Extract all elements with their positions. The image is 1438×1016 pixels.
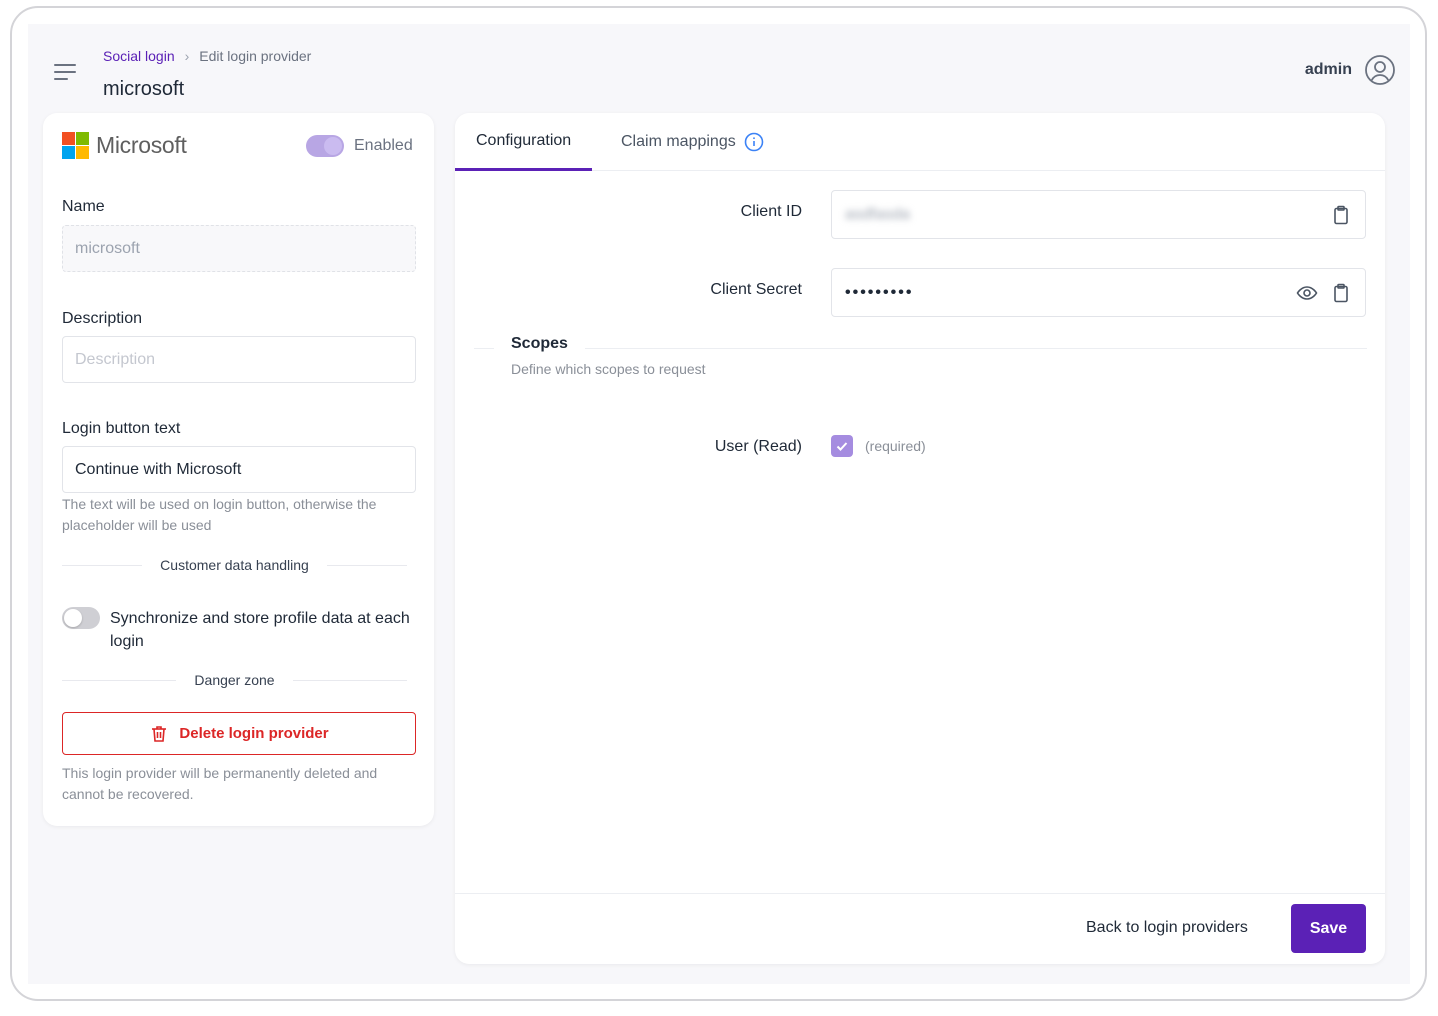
save-button[interactable]: Save <box>1291 904 1366 953</box>
clipboard-icon[interactable] <box>1330 282 1352 304</box>
delete-provider-label: Delete login provider <box>179 725 329 742</box>
name-input <box>62 225 416 272</box>
scopes-description: Define which scopes to request <box>511 361 706 377</box>
provider-brand-name: Microsoft <box>96 132 187 158</box>
login-button-text-help: The text will be used on login button, o… <box>62 496 377 533</box>
breadcrumb: Social login › Edit login provider <box>103 48 311 64</box>
breadcrumb-current: Edit login provider <box>199 48 312 64</box>
microsoft-logo-icon <box>62 132 89 159</box>
customer-data-divider: Customer data handling <box>62 557 407 573</box>
menu-icon[interactable] <box>54 60 78 84</box>
client-id-label: Client ID <box>740 203 802 220</box>
customer-data-heading: Customer data handling <box>160 557 309 573</box>
name-label: Name <box>62 198 105 215</box>
tab-claim-mappings-label: Claim mappings <box>621 133 736 150</box>
sync-profile-switch[interactable] <box>62 607 100 629</box>
sync-profile-label: Synchronize and store profile data at ea… <box>110 610 410 650</box>
delete-provider-button[interactable]: Delete login provider <box>62 712 416 755</box>
scope-required-note: (required) <box>865 438 926 454</box>
user-name: admin <box>1304 61 1352 78</box>
footer-divider <box>455 893 1385 894</box>
provider-details-card: Microsoft Enabled Name Description Login… <box>43 113 434 826</box>
enabled-switch[interactable] <box>306 135 344 157</box>
login-button-text-input[interactable] <box>62 446 416 493</box>
user-avatar-icon[interactable] <box>1364 54 1396 86</box>
description-label: Description <box>62 310 143 327</box>
tab-configuration-label: Configuration <box>476 131 572 149</box>
user-menu[interactable]: admin <box>1305 54 1396 86</box>
eye-icon[interactable] <box>1296 282 1318 304</box>
tab-bar: Configuration Claim mappings <box>455 113 1385 171</box>
configuration-card: Configuration Claim mappings Client ID a… <box>455 113 1385 964</box>
enabled-label: Enabled <box>354 137 413 154</box>
client-secret-field[interactable]: ••••••••• <box>831 268 1366 317</box>
breadcrumb-separator: › <box>184 48 190 64</box>
danger-zone-divider: Danger zone <box>62 672 407 688</box>
microsoft-logo: Microsoft <box>62 132 187 159</box>
client-secret-value: ••••••••• <box>845 283 914 301</box>
tab-claim-mappings[interactable]: Claim mappings <box>621 113 764 171</box>
info-icon[interactable] <box>744 132 764 152</box>
window-frame: Social login › Edit login provider micro… <box>10 6 1427 1001</box>
danger-zone-heading: Danger zone <box>194 672 275 688</box>
app-container: Social login › Edit login provider micro… <box>28 24 1410 984</box>
client-secret-label: Client Secret <box>710 281 802 298</box>
scopes-divider <box>474 348 1367 349</box>
page-title: microsoft <box>103 78 185 100</box>
scope-user-read-row: (required) <box>831 435 926 457</box>
scope-user-read-label: User (Read) <box>714 438 802 455</box>
client-id-value: asdfasda <box>845 205 910 223</box>
login-button-text-label: Login button text <box>62 420 181 437</box>
breadcrumb-social-login-link[interactable]: Social login <box>103 48 175 64</box>
enabled-toggle[interactable]: Enabled <box>306 135 413 157</box>
back-to-providers-link[interactable]: Back to login providers <box>1086 919 1248 937</box>
tab-configuration[interactable]: Configuration <box>455 113 593 171</box>
description-input[interactable] <box>62 336 416 383</box>
delete-provider-help: This login provider will be permanently … <box>62 765 378 802</box>
checkmark-icon <box>836 442 848 451</box>
clipboard-icon[interactable] <box>1330 204 1352 226</box>
scope-user-read-checkbox[interactable] <box>831 435 853 457</box>
client-id-field[interactable]: asdfasda <box>831 190 1366 239</box>
trash-icon <box>152 725 167 742</box>
sync-profile-toggle-row: Synchronize and store profile data at ea… <box>62 607 410 653</box>
scopes-heading: Scopes <box>494 335 585 353</box>
